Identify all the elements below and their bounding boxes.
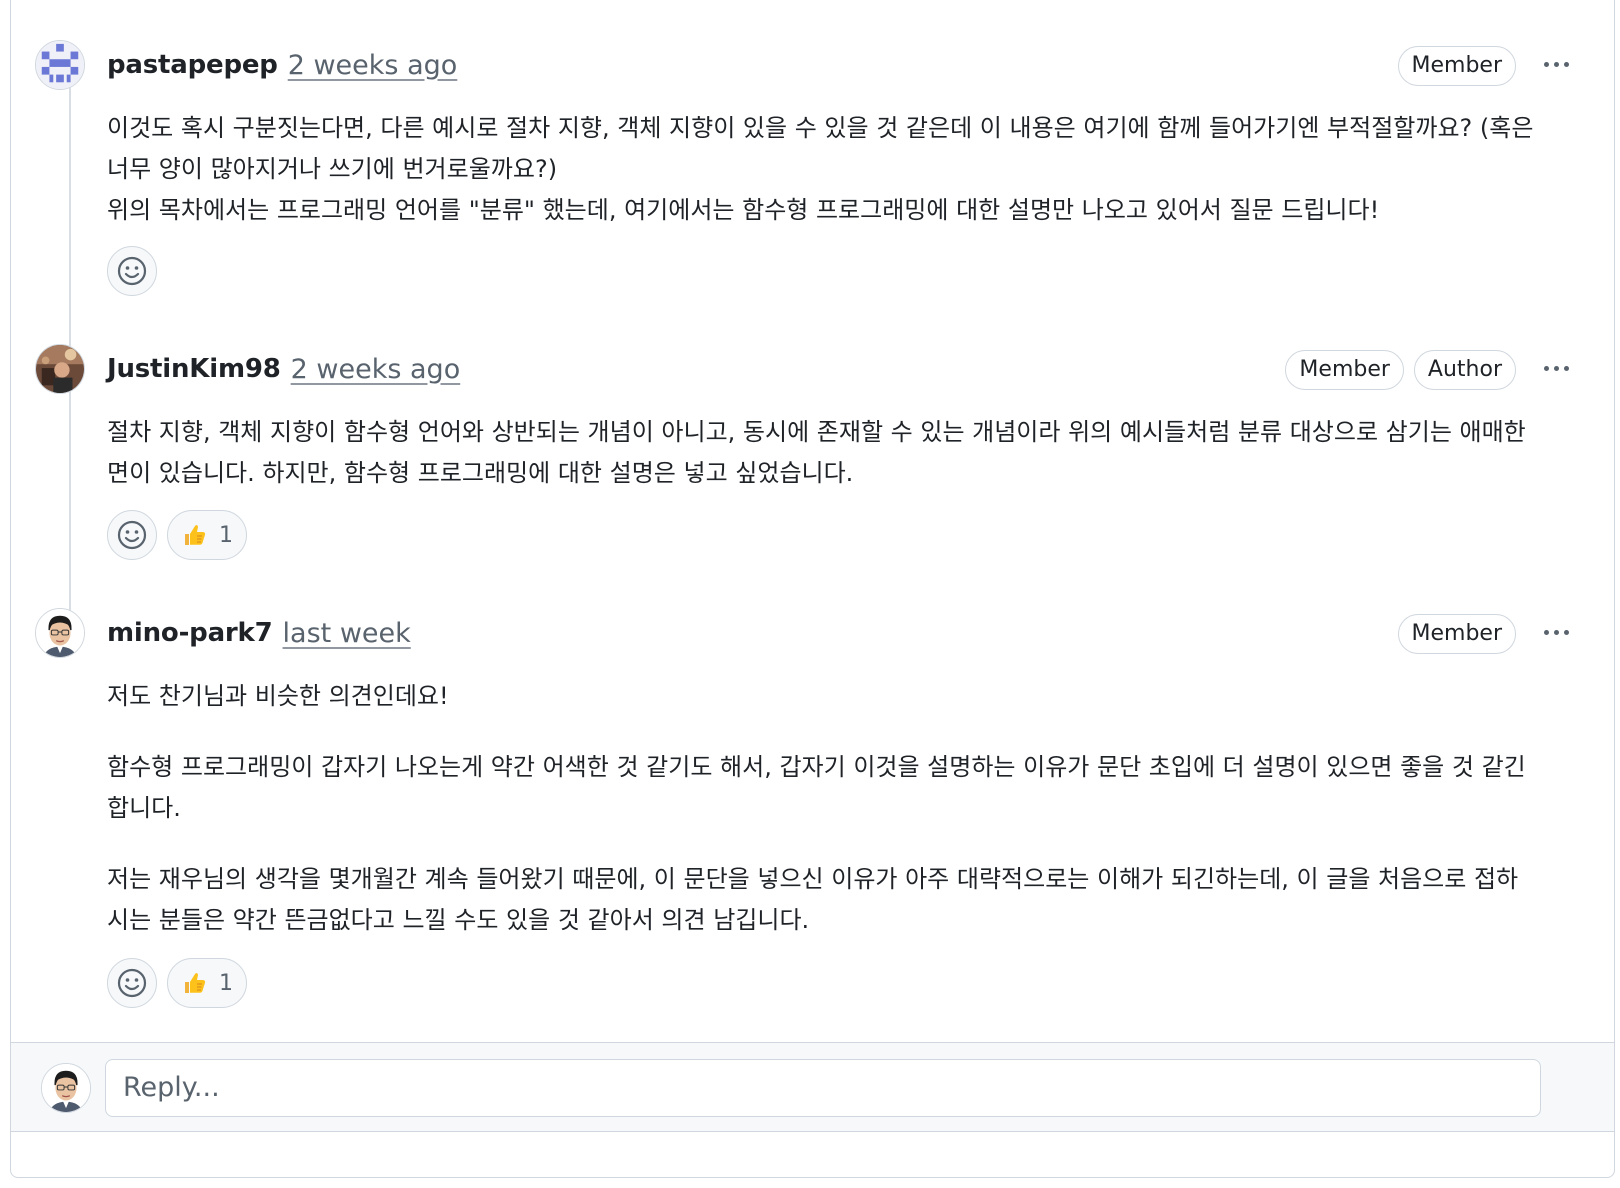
add-reaction-button[interactable] (107, 246, 157, 296)
add-reaction-button[interactable] (107, 958, 157, 1008)
author-name[interactable]: mino-park7 (107, 618, 273, 648)
comment-header: pastapepep 2 weeks ago (107, 40, 457, 90)
thumbs-up-icon (185, 525, 206, 545)
author-labels: Member Author (1285, 350, 1516, 390)
more-options-icon[interactable] (1536, 352, 1576, 384)
author-labels: Member (1397, 614, 1516, 654)
avatar-justinkim98[interactable] (35, 344, 85, 394)
comment-paragraph: 이것도 혹시 구분짓는다면, 다른 예시로 절차 지향, 객체 지향이 있을 수… (107, 114, 1534, 183)
comment-body: 절차 지향, 객체 지향이 함수형 언어와 상반되는 개념이 아니고, 동시에 … (107, 412, 1537, 494)
author-labels: Member (1397, 46, 1516, 86)
current-user-avatar (41, 1063, 91, 1113)
comment-paragraph: 위의 목차에서는 프로그래밍 언어를 "분류" 했는데, 여기에서는 함수형 프… (107, 196, 1380, 224)
avatar-mino-park7[interactable] (35, 608, 85, 658)
smiley-icon (117, 520, 147, 550)
reply-input[interactable]: Reply... (105, 1059, 1541, 1117)
comment-paragraph: 함수형 프로그래밍이 갑자기 나오는게 약간 어색한 것 같기도 해서, 갑자기… (107, 753, 1526, 822)
timestamp-link[interactable]: 2 weeks ago (288, 50, 458, 81)
timestamp-link[interactable]: 2 weeks ago (291, 354, 461, 385)
reactions-bar (107, 246, 157, 296)
comment-paragraph: 저도 찬기님과 비슷한 의견인데요! (107, 682, 449, 710)
author-label: Author (1413, 350, 1516, 390)
member-label: Member (1397, 614, 1516, 654)
avatar-pastapepep[interactable] (35, 40, 85, 90)
smiley-icon (117, 968, 147, 998)
reactions-bar: 1 (107, 510, 247, 560)
timestamp-link[interactable]: last week (283, 618, 411, 649)
smiley-icon (117, 256, 147, 286)
comment-paragraph: 절차 지향, 객체 지향이 함수형 언어와 상반되는 개념이 아니고, 동시에 … (107, 418, 1526, 487)
discussion-thread: pastapepep 2 weeks ago Member 이것도 혹시 구분짓… (10, 0, 1615, 1178)
member-label: Member (1285, 350, 1404, 390)
reaction-count: 1 (219, 522, 233, 548)
member-label: Member (1397, 46, 1516, 86)
comment-paragraph: 저는 재우님의 생각을 몇개월간 계속 들어왔기 때문에, 이 문단을 넣으신 … (107, 865, 1519, 934)
more-options-icon[interactable] (1536, 48, 1576, 80)
comment-header: JustinKim98 2 weeks ago (107, 344, 460, 394)
thumbs-up-reaction[interactable]: 1 (167, 510, 247, 560)
reply-bar: Reply... (11, 1042, 1614, 1132)
comment-body: 이것도 혹시 구분짓는다면, 다른 예시로 절차 지향, 객체 지향이 있을 수… (107, 108, 1537, 231)
comment-header: mino-park7 last week (107, 608, 411, 658)
thumbs-up-icon (185, 973, 206, 993)
reactions-bar: 1 (107, 958, 247, 1008)
more-options-icon[interactable] (1536, 616, 1576, 648)
reaction-count: 1 (219, 970, 233, 996)
thumbs-up-reaction[interactable]: 1 (167, 958, 247, 1008)
author-name[interactable]: pastapepep (107, 50, 278, 80)
author-name[interactable]: JustinKim98 (107, 354, 281, 384)
comment-body: 저도 찬기님과 비슷한 의견인데요! 함수형 프로그래밍이 갑자기 나오는게 약… (107, 676, 1537, 941)
add-reaction-button[interactable] (107, 510, 157, 560)
